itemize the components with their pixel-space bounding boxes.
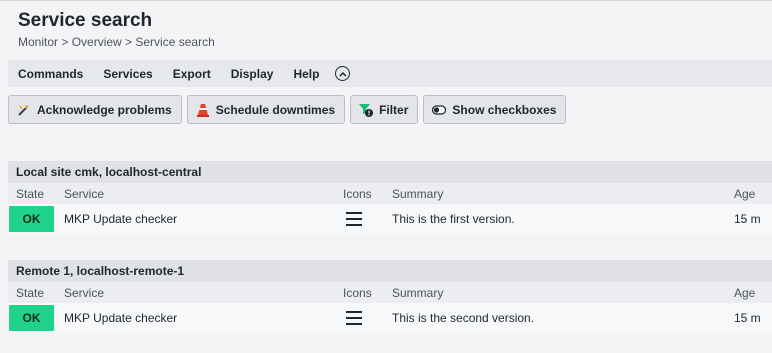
status-badge: OK (9, 305, 54, 331)
column-summary[interactable]: Summary (392, 187, 443, 201)
breadcrumb[interactable]: Monitor > Overview > Service search (18, 35, 215, 49)
acknowledge-icon (17, 103, 31, 117)
menu-commands[interactable]: Commands (18, 67, 83, 81)
menu-display[interactable]: Display (231, 67, 274, 81)
column-state[interactable]: State (16, 187, 44, 201)
service-name[interactable]: MKP Update checker (64, 212, 177, 226)
column-summary[interactable]: Summary (392, 286, 443, 300)
filter-icon (359, 103, 374, 117)
column-service[interactable]: Service (64, 187, 104, 201)
group-title: Remote 1, localhost-remote-1 (8, 260, 772, 282)
table-row: OK MKP Update checker This is the first … (8, 204, 772, 234)
column-header-row: State Service Icons Summary Age (8, 282, 772, 303)
top-border (0, 0, 772, 1)
chevron-up-circle-icon[interactable] (335, 66, 351, 81)
summary-text: This is the second version. (392, 311, 535, 325)
action-toolbar: Acknowledge problems Schedule downtimes … (8, 95, 571, 124)
schedule-downtimes-button[interactable]: Schedule downtimes (186, 95, 346, 124)
service-name[interactable]: MKP Update checker (64, 311, 177, 325)
column-state[interactable]: State (16, 286, 44, 300)
page-title: Service search (18, 10, 153, 31)
schedule-downtimes-label: Schedule downtimes (215, 102, 336, 117)
menu-help[interactable]: Help (293, 67, 319, 81)
summary-text: This is the first version. (392, 212, 515, 226)
menu-services[interactable]: Services (103, 67, 152, 81)
hamburger-menu-icon[interactable] (346, 311, 362, 325)
acknowledge-problems-label: Acknowledge problems (37, 102, 172, 117)
traffic-cone-icon (196, 103, 210, 117)
menu-export[interactable]: Export (173, 67, 211, 81)
column-service[interactable]: Service (64, 286, 104, 300)
group-title: Local site cmk, localhost-central (8, 161, 772, 183)
show-checkboxes-button[interactable]: Show checkboxes (423, 95, 567, 124)
menu-bar: Commands Services Export Display Help (8, 60, 772, 87)
status-badge: OK (9, 206, 54, 232)
table-row: OK MKP Update checker This is the second… (8, 303, 772, 333)
column-age[interactable]: Age (734, 187, 755, 201)
filter-label: Filter (379, 102, 409, 117)
show-checkboxes-label: Show checkboxes (452, 102, 557, 117)
column-icons[interactable]: Icons (343, 187, 372, 201)
column-icons[interactable]: Icons (343, 286, 372, 300)
acknowledge-problems-button[interactable]: Acknowledge problems (8, 95, 182, 124)
column-age[interactable]: Age (734, 286, 755, 300)
hamburger-menu-icon[interactable] (346, 212, 362, 226)
filter-button[interactable]: Filter (350, 95, 419, 124)
site-group-local: Local site cmk, localhost-central State … (8, 161, 772, 234)
age-value: 15 m (734, 311, 761, 325)
site-group-remote: Remote 1, localhost-remote-1 State Servi… (8, 260, 772, 333)
toggle-icon (432, 103, 447, 117)
column-header-row: State Service Icons Summary Age (8, 183, 772, 204)
age-value: 15 m (734, 212, 761, 226)
